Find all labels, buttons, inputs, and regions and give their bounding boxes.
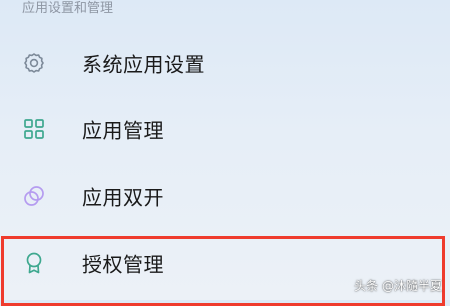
menu-item-label: 系统应用设置 [82, 52, 205, 77]
watermark: 头条 @沐隨半夏 [354, 279, 442, 293]
menu-item-dual-apps[interactable]: 应用双开 [0, 163, 450, 229]
section-header: 应用设置和管理 [22, 1, 114, 16]
badge-icon [21, 250, 47, 276]
menu-item-system-app-settings[interactable]: 系统应用设置 [0, 30, 450, 96]
dual-circle-icon [21, 183, 47, 209]
menu-item-label: 应用管理 [82, 118, 164, 143]
menu-item-app-management[interactable]: 应用管理 [0, 96, 450, 162]
menu-item-label: 授权管理 [82, 252, 164, 277]
menu-item-label: 应用双开 [82, 185, 164, 210]
grid-apps-icon [21, 116, 47, 142]
gear-icon [21, 50, 47, 76]
